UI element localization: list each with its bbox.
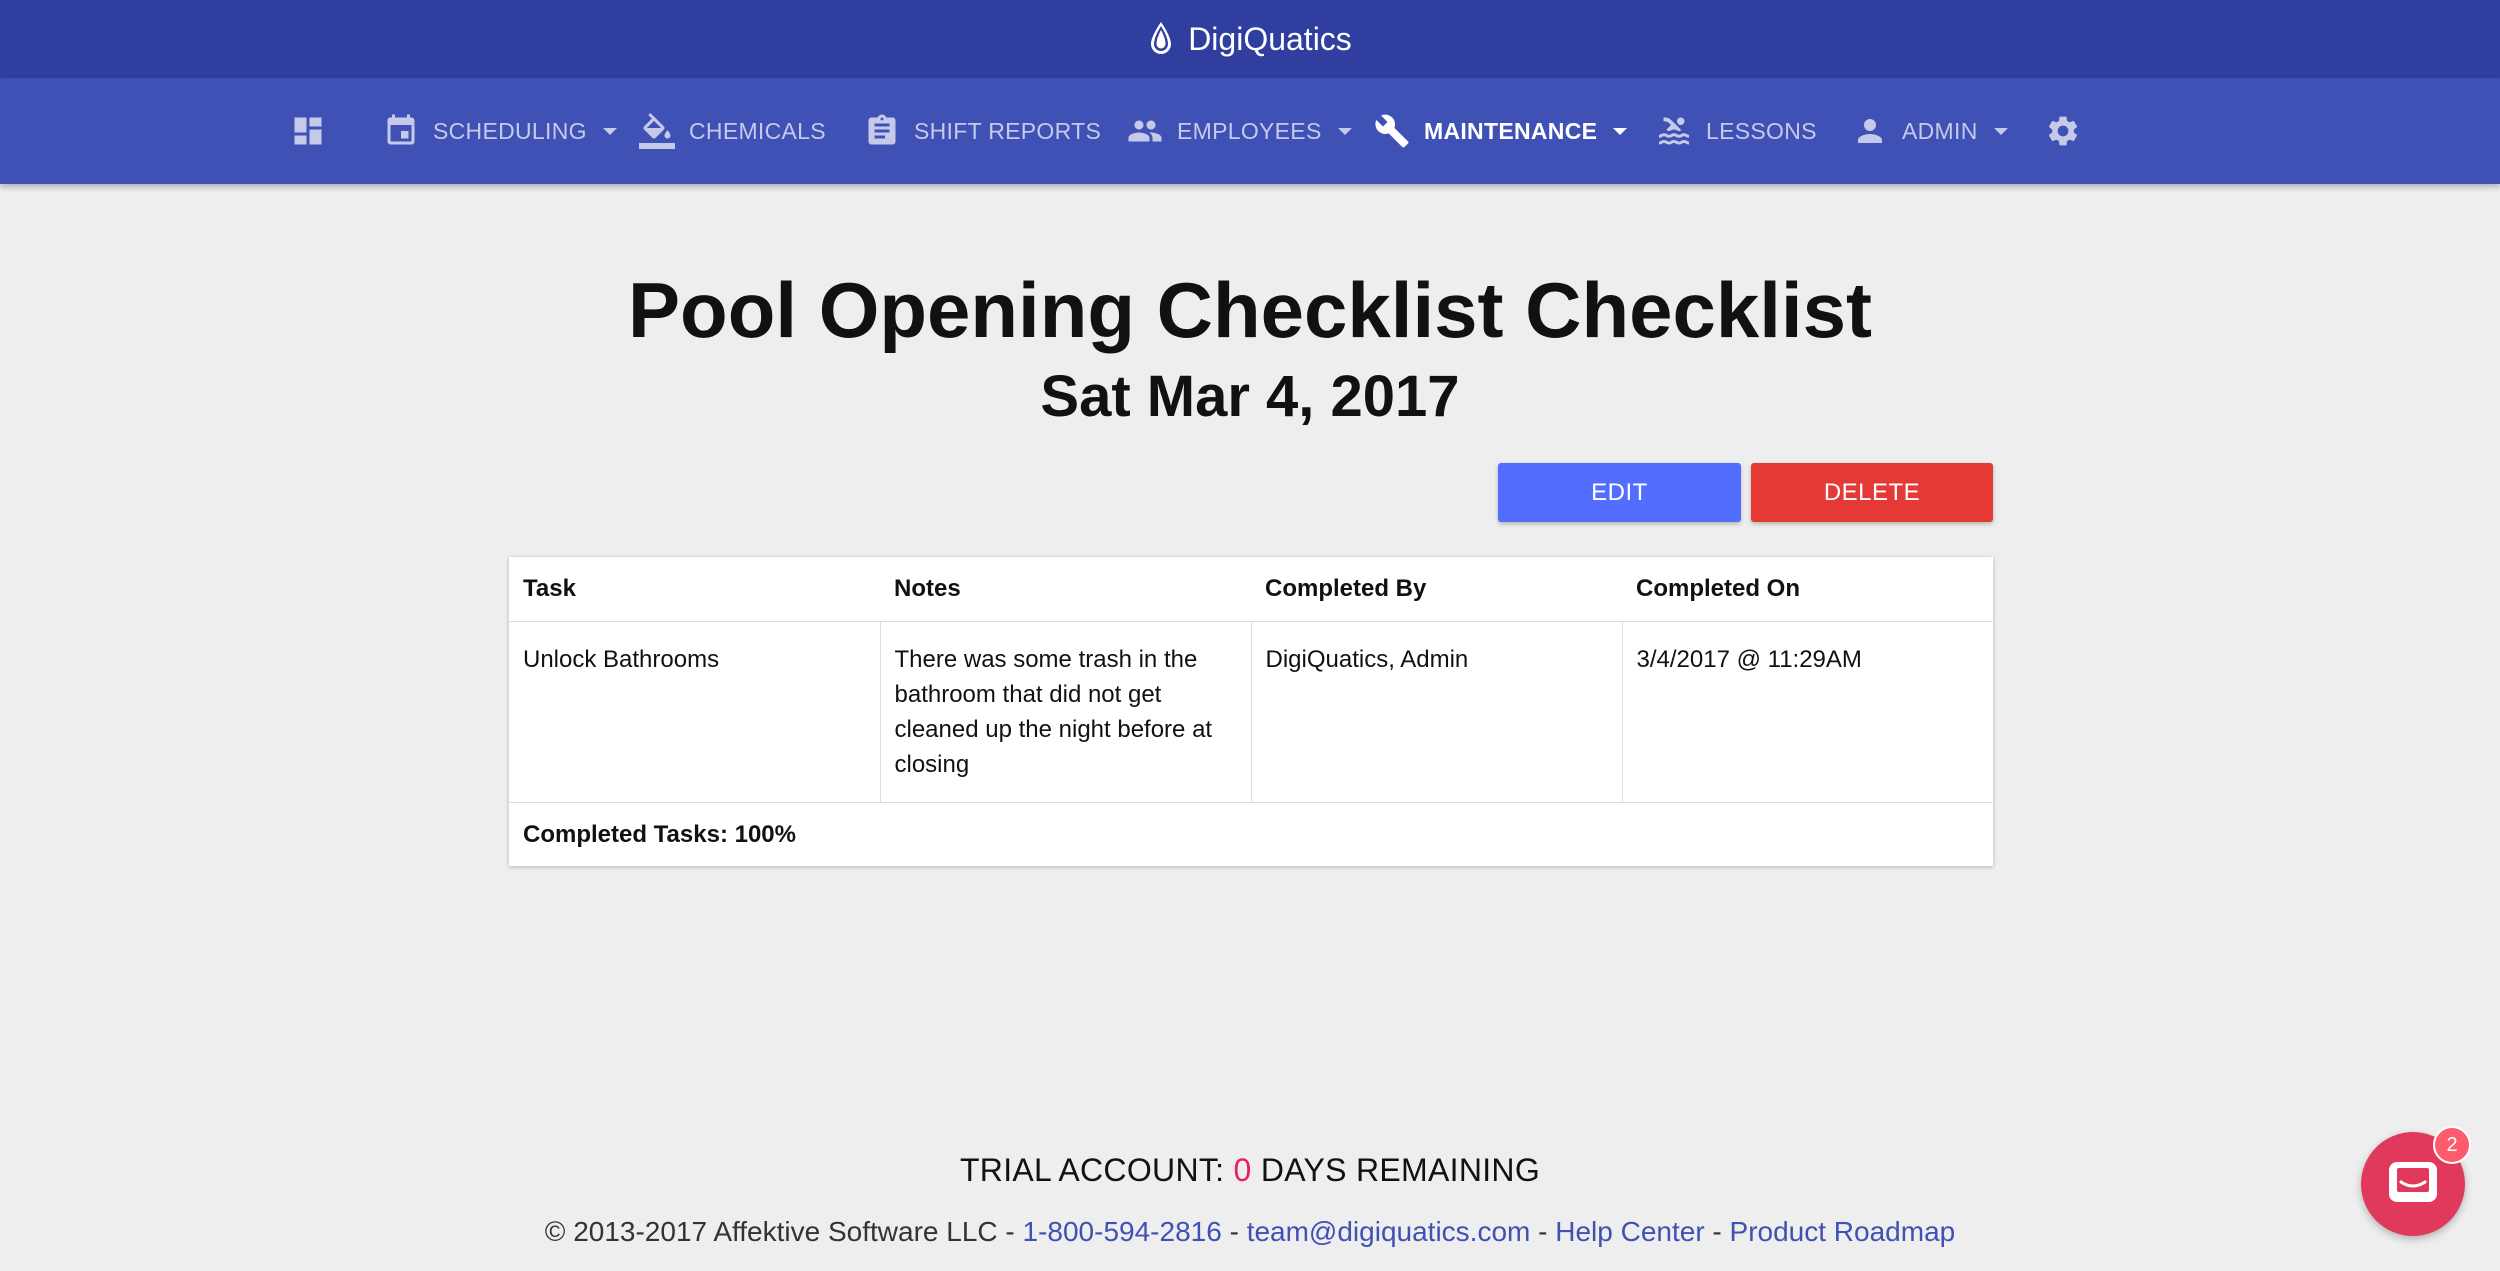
- nav-admin[interactable]: ADMIN: [1852, 78, 2008, 184]
- dashboard-icon: [294, 117, 322, 145]
- footer-separator: -: [1221, 1216, 1247, 1247]
- wrench-icon: [1375, 114, 1409, 148]
- summary-row: Completed Tasks: 100%: [509, 802, 1993, 866]
- page-date: Sat Mar 4, 2017: [1040, 364, 1460, 429]
- column-header-completed-by: Completed By: [1251, 557, 1622, 622]
- person-icon: [1858, 119, 1882, 143]
- cell-task: Unlock Bathrooms: [509, 621, 881, 803]
- table-header-row: Task Notes Completed By Completed On: [509, 557, 1993, 622]
- trial-suffix: DAYS REMAINING: [1251, 1152, 1541, 1188]
- chat-unread-badge: 2: [2433, 1126, 2471, 1164]
- nav-maintenance-label: MAINTENANCE: [1424, 117, 1598, 144]
- trial-prefix: TRIAL ACCOUNT:: [959, 1152, 1234, 1188]
- clipboard-icon: [868, 114, 896, 145]
- nav-chemicals[interactable]: CHEMICALS: [639, 78, 826, 184]
- footer-help-center-link[interactable]: Help Center: [1555, 1216, 1704, 1247]
- chevron-down-icon: [1337, 127, 1352, 135]
- table-row: Unlock Bathrooms There was some trash in…: [509, 621, 1993, 803]
- brand-name: DigiQuatics: [1188, 20, 1352, 57]
- nav-settings[interactable]: [2045, 78, 2081, 184]
- column-header-notes: Notes: [880, 557, 1251, 622]
- nav-chemicals-label: CHEMICALS: [689, 117, 826, 144]
- water-drop-icon: [1151, 22, 1172, 54]
- nav-shift-reports[interactable]: SHIFT REPORTS: [864, 78, 1101, 184]
- edit-button[interactable]: EDIT: [1498, 463, 1741, 522]
- nav-employees[interactable]: EMPLOYEES: [1127, 78, 1352, 184]
- cell-completed-by: DigiQuatics, Admin: [1251, 621, 1623, 803]
- footer-phone-link[interactable]: 1-800-594-2816: [1023, 1216, 1222, 1247]
- nav-maintenance[interactable]: MAINTENANCE: [1374, 78, 1628, 184]
- chevron-down-icon: [1613, 127, 1628, 135]
- footer-email-link[interactable]: team@digiquatics.com: [1247, 1216, 1531, 1247]
- brand[interactable]: DigiQuatics: [1148, 20, 1352, 58]
- nav-scheduling-label: SCHEDULING: [433, 117, 587, 144]
- swimmer-icon: [1659, 117, 1689, 145]
- nav-dashboard[interactable]: [290, 78, 326, 184]
- trial-notice: TRIAL ACCOUNT: 0 DAYS REMAINING: [0, 1152, 2500, 1189]
- checklist-table-card: Task Notes Completed By Completed On Unl…: [509, 557, 1993, 866]
- nav-lessons-label: LESSONS: [1706, 117, 1817, 144]
- column-header-completed-on: Completed On: [1622, 557, 1993, 622]
- trial-days-count: 0: [1233, 1152, 1252, 1188]
- nav-shift-reports-label: SHIFT REPORTS: [914, 117, 1102, 144]
- nav-employees-label: EMPLOYEES: [1177, 117, 1322, 144]
- calendar-icon: [387, 114, 415, 145]
- footer-copyright: © 2013-2017 Affektive Software LLC -: [544, 1216, 1023, 1247]
- cell-completed-on: 3/4/2017 @ 11:29AM: [1622, 621, 1993, 803]
- delete-button[interactable]: DELETE: [1751, 463, 1993, 522]
- gear-icon: [2048, 116, 2078, 146]
- footer: © 2013-2017 Affektive Software LLC - 1-8…: [0, 1216, 2500, 1248]
- page-title: Pool Opening Checklist Checklist: [628, 266, 1872, 354]
- nav-scheduling[interactable]: SCHEDULING: [383, 78, 617, 184]
- footer-separator: -: [1530, 1216, 1556, 1247]
- people-icon: [1128, 120, 1162, 142]
- nav-lessons[interactable]: LESSONS: [1656, 78, 1817, 184]
- chevron-down-icon: [1993, 127, 2008, 135]
- paint-bucket-icon: [639, 113, 675, 149]
- column-header-task: Task: [509, 557, 880, 622]
- nav-admin-label: ADMIN: [1902, 117, 1978, 144]
- completed-tasks-summary: Completed Tasks: 100%: [523, 820, 796, 848]
- chat-icon: [2389, 1162, 2437, 1202]
- footer-separator: -: [1704, 1216, 1730, 1247]
- cell-notes: There was some trash in the bathroom tha…: [880, 621, 1252, 803]
- top-bar: DigiQuatics: [0, 0, 2500, 78]
- footer-product-roadmap-link[interactable]: Product Roadmap: [1730, 1216, 1956, 1247]
- checklist-table: Task Notes Completed By Completed On Unl…: [509, 557, 1993, 866]
- main-nav: SCHEDULING CHEMICALS SHIFT REPORTS EMPLO…: [0, 78, 2500, 184]
- chevron-down-icon: [602, 127, 617, 135]
